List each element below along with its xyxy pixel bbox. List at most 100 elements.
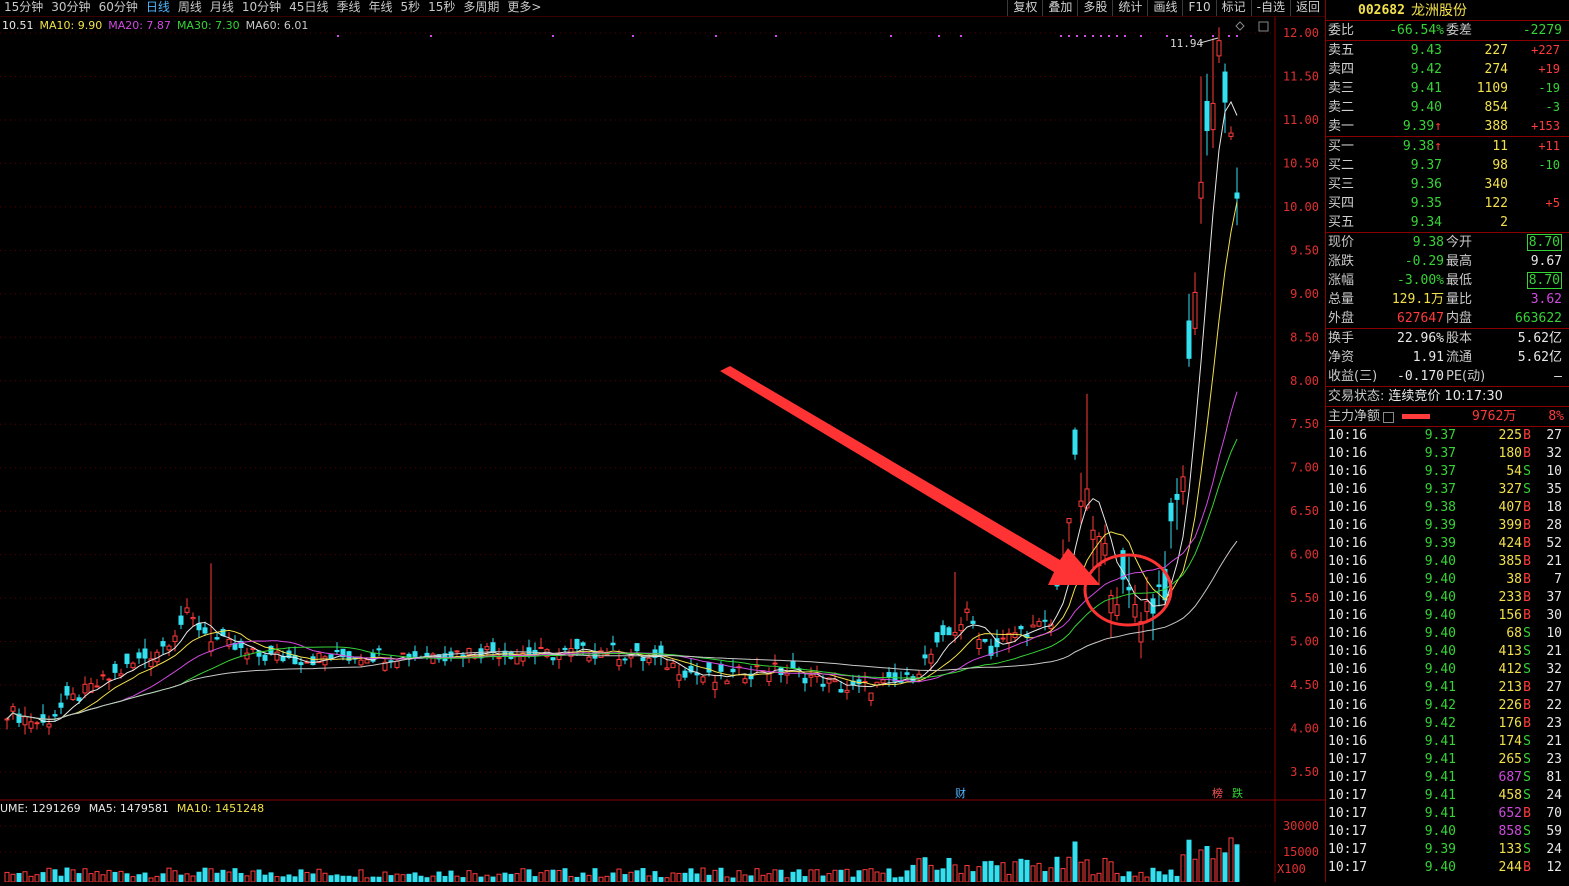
candle-body[interactable] [844, 689, 850, 693]
volume-bar[interactable] [1102, 857, 1108, 883]
candle-body[interactable] [412, 651, 418, 657]
candle-body[interactable] [10, 706, 16, 712]
volume-bar[interactable] [1072, 841, 1078, 883]
candle-body[interactable] [970, 620, 976, 624]
tool-button-2[interactable]: 多股 [1077, 0, 1112, 16]
candle-body[interactable] [1198, 181, 1204, 199]
period-tab-10[interactable]: 5秒 [396, 0, 424, 16]
volume-bar[interactable] [1060, 868, 1066, 883]
volume-bar[interactable] [166, 867, 172, 883]
volume-bar[interactable] [100, 874, 106, 883]
volume-bar[interactable] [958, 872, 964, 883]
stock-name[interactable]: 龙洲股份 [1411, 0, 1467, 20]
volume-bar[interactable] [1054, 856, 1060, 883]
volume-bar[interactable] [910, 864, 916, 883]
volume-bar[interactable] [946, 857, 952, 883]
volume-bar[interactable] [700, 867, 706, 883]
volume-bar[interactable] [334, 874, 340, 883]
candle-body[interactable] [922, 654, 928, 659]
tick-row[interactable]: 10:16 9.37 180 B 32 [1326, 445, 1569, 463]
volume-bar[interactable] [598, 876, 604, 883]
candle-body[interactable] [112, 663, 118, 673]
volume-bar[interactable] [622, 874, 628, 883]
volume-bar[interactable] [472, 873, 478, 883]
tool-button-5[interactable]: F10 [1182, 0, 1215, 16]
volume-bar[interactable] [172, 870, 178, 883]
volume-bar[interactable] [934, 869, 940, 883]
tool-button-3[interactable]: 统计 [1112, 0, 1147, 16]
volume-bar[interactable] [568, 876, 574, 883]
candle-body[interactable] [262, 654, 268, 661]
candle-body[interactable] [1144, 601, 1150, 613]
volume-bar[interactable] [160, 873, 166, 883]
candle-body[interactable] [742, 678, 748, 684]
candle-body[interactable] [160, 641, 166, 647]
candle-body[interactable] [1222, 71, 1228, 103]
volume-bar[interactable] [778, 869, 784, 883]
candle-body[interactable] [1228, 132, 1234, 137]
volume-bar[interactable] [400, 874, 406, 883]
candle-body[interactable] [106, 678, 112, 681]
volume-bar[interactable] [232, 868, 238, 883]
candle-body[interactable] [70, 693, 76, 701]
volume-bar[interactable] [982, 861, 988, 883]
volume-bar[interactable] [274, 876, 280, 883]
volume-bar[interactable] [1000, 862, 1006, 883]
volume-bar[interactable] [178, 874, 184, 883]
volume-bar[interactable] [4, 871, 10, 883]
volume-bar[interactable] [466, 870, 472, 883]
volume-bar[interactable] [286, 874, 292, 883]
candle-body[interactable] [574, 638, 580, 650]
tool-button-4[interactable]: 画线 [1147, 0, 1182, 16]
candle-body[interactable] [484, 646, 490, 651]
volume-bar[interactable] [88, 873, 94, 883]
volume-bar[interactable] [304, 871, 310, 883]
candle-body[interactable] [166, 645, 172, 651]
candle-body[interactable] [832, 679, 838, 683]
candle-body[interactable] [772, 662, 778, 665]
candle-body[interactable] [142, 648, 148, 659]
volume-bar[interactable] [112, 871, 118, 883]
volume-bar[interactable] [64, 867, 70, 883]
period-tab-9[interactable]: 年线 [364, 0, 396, 16]
volume-bar[interactable] [460, 877, 466, 883]
candle-body[interactable] [790, 661, 796, 669]
volume-bar[interactable] [1090, 874, 1096, 883]
candle-body[interactable] [682, 670, 688, 678]
period-tab-3[interactable]: 日线 [142, 0, 174, 16]
volume-bar[interactable] [652, 871, 658, 883]
candle-body[interactable] [28, 721, 34, 729]
candle-body[interactable] [1066, 518, 1072, 524]
candle-body[interactable] [700, 676, 706, 683]
candle-body[interactable] [754, 665, 760, 668]
period-tab-13[interactable]: 更多> [503, 0, 545, 16]
tool-button-7[interactable]: -自选 [1250, 0, 1290, 16]
candle-body[interactable] [46, 723, 52, 728]
chart-settings-icon[interactable] [1258, 21, 1269, 32]
candle-body[interactable] [400, 652, 406, 655]
tool-button-8[interactable]: 返回 [1289, 0, 1325, 16]
volume-bar[interactable] [886, 868, 892, 883]
volume-bar[interactable] [106, 869, 112, 883]
volume-bar[interactable] [898, 876, 904, 883]
volume-bar[interactable] [532, 876, 538, 883]
candle-body[interactable] [766, 672, 772, 682]
volume-bar[interactable] [1180, 854, 1186, 883]
tick-row[interactable]: 10:16 9.37 54 S 10 [1326, 463, 1569, 481]
candle-body[interactable] [676, 674, 682, 681]
volume-bar[interactable] [262, 874, 268, 883]
candle-body[interactable] [730, 668, 736, 673]
volume-bar[interactable] [748, 875, 754, 883]
candle-body[interactable] [610, 642, 616, 646]
volume-bar[interactable] [412, 872, 418, 883]
volume-bar[interactable] [1012, 861, 1018, 883]
candle-body[interactable] [820, 683, 826, 687]
tick-row[interactable]: 10:17 9.41 265 S 23 [1326, 751, 1569, 769]
volume-bar[interactable] [280, 876, 286, 883]
volume-bar[interactable] [1216, 847, 1222, 883]
volume-bar[interactable] [394, 873, 400, 883]
orderbook-row[interactable]: 买二 9.37 98 -10 [1326, 156, 1569, 175]
tick-row[interactable]: 10:17 9.40 244 B 12 [1326, 859, 1569, 877]
volume-bar[interactable] [808, 869, 814, 883]
volume-bar[interactable] [136, 874, 142, 883]
